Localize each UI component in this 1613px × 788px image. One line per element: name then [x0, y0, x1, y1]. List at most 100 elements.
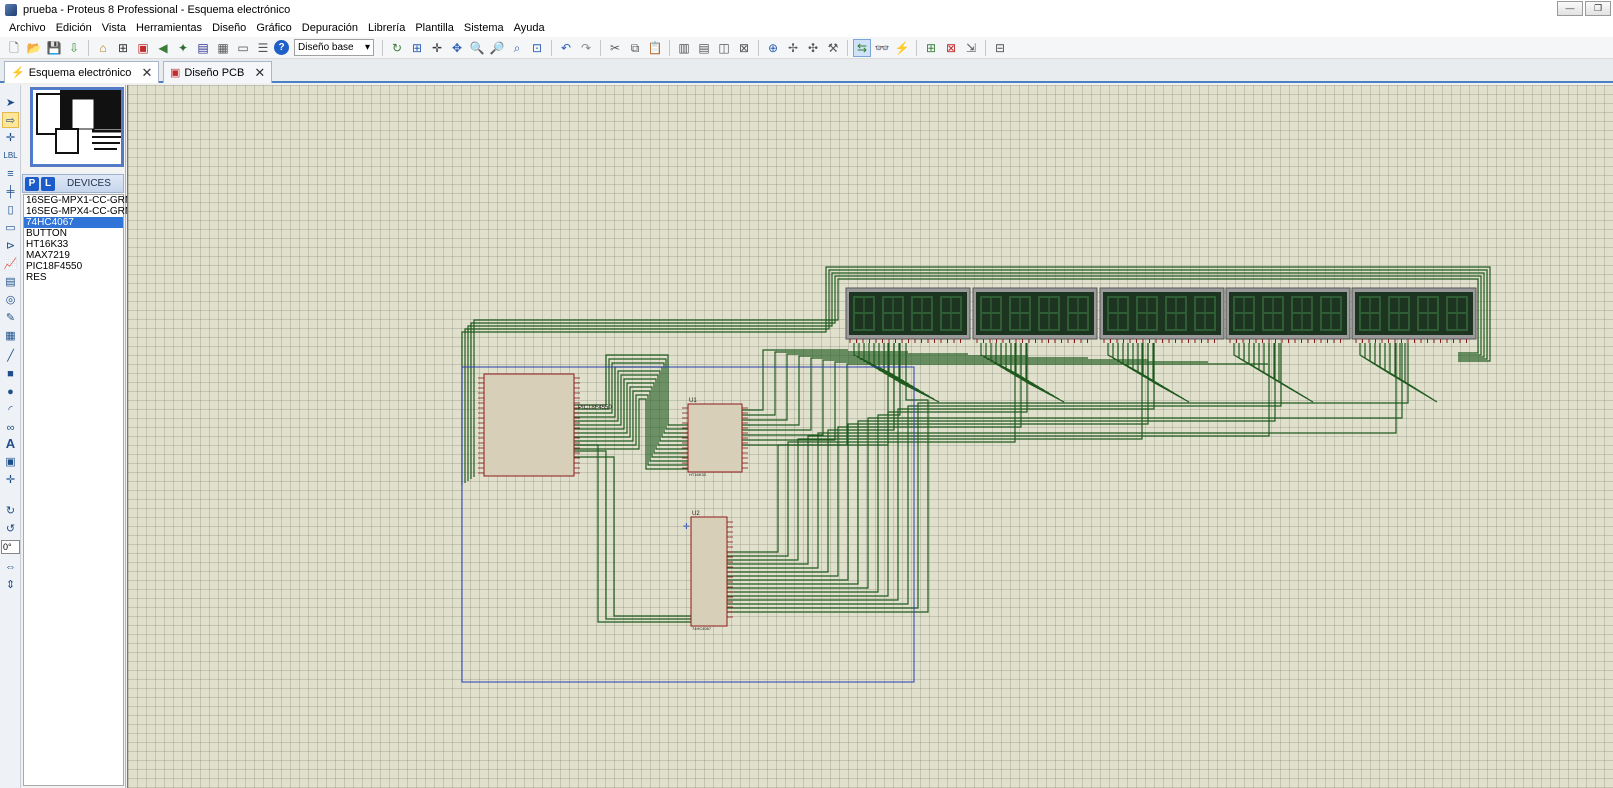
arc-tool-icon[interactable]: ◜ — [2, 402, 19, 418]
list-item[interactable]: PIC18F4550 — [24, 261, 123, 272]
help-icon[interactable]: ? — [274, 40, 289, 55]
notes-icon[interactable]: ☰ — [254, 39, 272, 57]
list-item[interactable]: RES — [24, 272, 123, 283]
refresh-icon[interactable]: ↻ — [388, 39, 406, 57]
subcircuit-icon[interactable]: ▯ — [2, 202, 19, 218]
circle-tool-icon[interactable]: ● — [2, 384, 19, 400]
overview-window[interactable] — [30, 87, 124, 167]
virtual-instruments-icon[interactable]: ▦ — [2, 328, 19, 344]
block-delete-icon[interactable]: ⊠ — [735, 39, 753, 57]
marker-tool-icon[interactable]: ✛ — [2, 472, 19, 488]
terminals-icon[interactable]: ▭ — [2, 220, 19, 236]
block-move-icon[interactable]: ▤ — [695, 39, 713, 57]
minimize-button[interactable]: — — [1557, 1, 1583, 16]
grid-toggle-icon[interactable]: ⊞ — [408, 39, 426, 57]
schematic-capture-icon[interactable]: ⊞ — [114, 39, 132, 57]
menu-sistema[interactable]: Sistema — [459, 19, 509, 37]
source-code-icon[interactable]: ▭ — [234, 39, 252, 57]
graph-icon[interactable]: 📈 — [2, 256, 19, 272]
list-item-selected[interactable]: 74HC4067 — [24, 217, 123, 228]
rotate-anticlockwise-icon[interactable]: ↺ — [2, 521, 19, 537]
home-icon[interactable]: ⌂ — [94, 39, 112, 57]
decompose-icon[interactable]: ⚒ — [824, 39, 842, 57]
3d-viewer-icon[interactable]: ✦ — [174, 39, 192, 57]
zoom-out-icon[interactable]: 🔎 — [488, 39, 506, 57]
generator-icon[interactable]: ◎ — [2, 292, 19, 308]
block-copy-icon[interactable]: ▥ — [675, 39, 693, 57]
import-icon[interactable]: ⇩ — [65, 39, 83, 57]
mirror-horizontal-icon[interactable]: ⇔ — [2, 559, 19, 575]
tape-recorder-icon[interactable]: ▤ — [2, 274, 19, 290]
list-item[interactable]: 16SEG-MPX4-CC-GRN — [24, 206, 132, 217]
tab-pcb[interactable]: ▣ Diseño PCB ✕ — [163, 61, 273, 83]
pan-icon[interactable]: ✥ — [448, 39, 466, 57]
gerber-icon[interactable]: ◀ — [154, 39, 172, 57]
list-item[interactable]: HT16K33 — [24, 239, 123, 250]
open-folder-icon[interactable]: 📂 — [25, 39, 43, 57]
menu-herramientas[interactable]: Herramientas — [131, 19, 207, 37]
mirror-vertical-icon[interactable]: ⇕ — [2, 577, 19, 593]
block-rotate-icon[interactable]: ◫ — [715, 39, 733, 57]
cut-icon[interactable]: ✂ — [606, 39, 624, 57]
redo-icon[interactable]: ↷ — [577, 39, 595, 57]
copy-icon[interactable]: ⧉ — [626, 39, 644, 57]
component-mode-icon[interactable]: ⇨ — [2, 112, 19, 128]
menu-edicion[interactable]: Edición — [51, 19, 97, 37]
voltage-probe-icon[interactable]: ✎ — [2, 310, 19, 326]
menu-vista[interactable]: Vista — [97, 19, 131, 37]
origin-icon[interactable]: ✛ — [428, 39, 446, 57]
zoom-all-icon[interactable]: ⌕ — [508, 39, 526, 57]
close-icon[interactable]: ✕ — [254, 65, 265, 81]
library-manager-button[interactable]: L — [41, 176, 55, 191]
path-tool-icon[interactable]: ∞ — [2, 420, 19, 436]
junction-dot-icon[interactable]: ✛ — [2, 130, 19, 146]
design-variant-select[interactable]: Diseño base ▾ — [294, 39, 374, 56]
buses-icon[interactable]: ╪ — [2, 184, 19, 200]
text-tool-icon[interactable]: A — [2, 436, 19, 452]
device-pins-icon[interactable]: ⊳ — [2, 238, 19, 254]
line-tool-icon[interactable]: ╱ — [2, 348, 19, 364]
rotation-angle-field[interactable]: 0° — [1, 540, 20, 554]
tab-schematic[interactable]: ⚡ Esquema electrónico ✕ — [4, 61, 160, 83]
list-item[interactable]: BUTTON — [24, 228, 123, 239]
wire-label-icon[interactable]: LBL — [2, 148, 19, 164]
search-tag-icon[interactable]: 👓 — [873, 39, 891, 57]
make-device-icon[interactable]: ✢ — [784, 39, 802, 57]
selection-mode-icon[interactable]: ➤ — [2, 95, 19, 111]
zoom-in-icon[interactable]: 🔍 — [468, 39, 486, 57]
design-rule-icon[interactable]: ⊟ — [991, 39, 1009, 57]
new-sheet-icon[interactable]: ⊞ — [922, 39, 940, 57]
schematic-canvas[interactable]: PIC18F4550 U1 HT16K33 U2 74HC4067 ✛ — [127, 85, 1613, 788]
menu-plantilla[interactable]: Plantilla — [410, 19, 459, 37]
rotate-clockwise-icon[interactable]: ↻ — [2, 503, 19, 519]
zoom-area-icon[interactable]: ⊡ — [528, 39, 546, 57]
list-item[interactable]: 16SEG-MPX1-CC-GRN — [24, 195, 132, 206]
goto-sheet-icon[interactable]: ⇲ — [962, 39, 980, 57]
menu-ayuda[interactable]: Ayuda — [509, 19, 550, 37]
undo-icon[interactable]: ↶ — [557, 39, 575, 57]
symbol-tool-icon[interactable]: ▣ — [2, 454, 19, 470]
menu-bar: Archivo Edición Vista Herramientas Diseñ… — [0, 19, 1613, 37]
list-item[interactable]: MAX7219 — [24, 250, 123, 261]
restore-button[interactable]: ❐ — [1585, 1, 1611, 16]
property-assignment-icon[interactable]: ⚡ — [893, 39, 911, 57]
box-tool-icon[interactable]: ■ — [2, 366, 19, 382]
text-script-icon[interactable]: ≡ — [2, 166, 19, 182]
pcb-layout-icon[interactable]: ▣ — [134, 39, 152, 57]
menu-archivo[interactable]: Archivo — [4, 19, 51, 37]
menu-diseno[interactable]: Diseño — [207, 19, 251, 37]
packaging-tool-icon[interactable]: ✣ — [804, 39, 822, 57]
remove-sheet-icon[interactable]: ⊠ — [942, 39, 960, 57]
new-file-icon[interactable]: 🗋 — [5, 39, 23, 57]
paste-icon[interactable]: 📋 — [646, 39, 664, 57]
menu-depuracion[interactable]: Depuración — [297, 19, 363, 37]
bom-icon[interactable]: ▤ — [194, 39, 212, 57]
pick-devices-button[interactable]: P — [25, 176, 39, 191]
pick-device-icon[interactable]: ⊕ — [764, 39, 782, 57]
close-icon[interactable]: ✕ — [141, 65, 152, 81]
menu-libreria[interactable]: Librería — [363, 19, 410, 37]
save-icon[interactable]: 💾 — [45, 39, 63, 57]
design-explorer-icon[interactable]: ▦ — [214, 39, 232, 57]
menu-grafico[interactable]: Gráfico — [251, 19, 296, 37]
wire-autorouter-icon[interactable]: ⇆ — [853, 38, 871, 57]
